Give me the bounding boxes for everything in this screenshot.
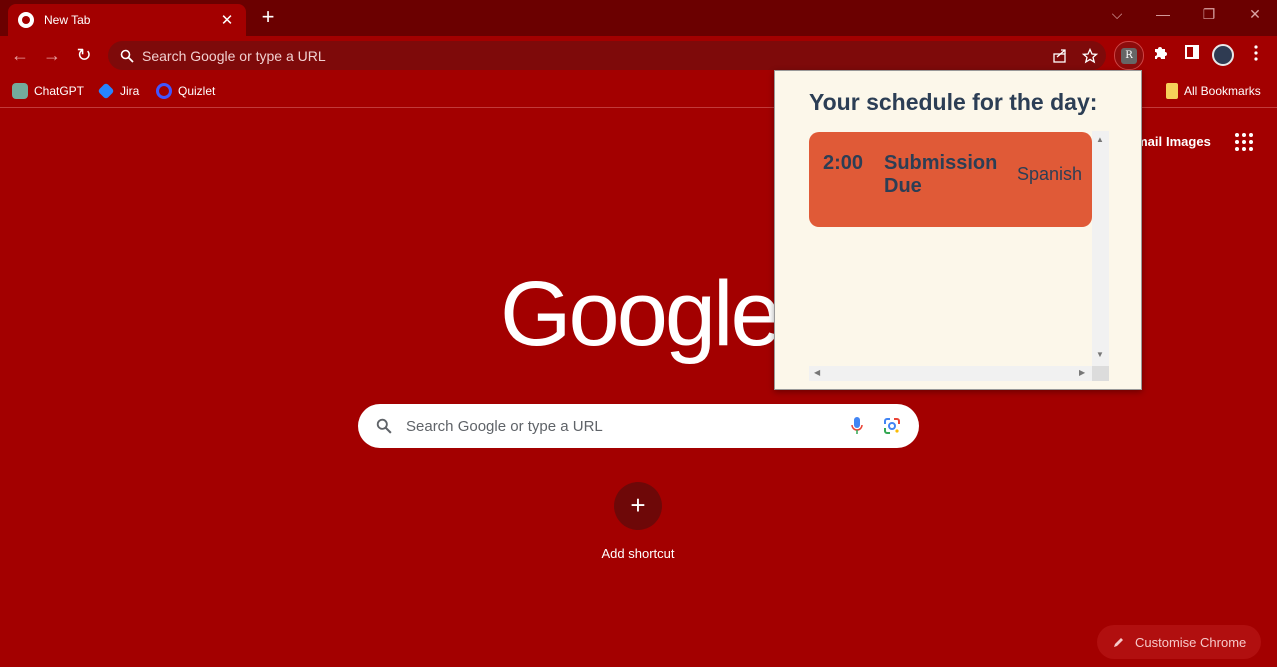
share-icon[interactable] — [1052, 48, 1068, 64]
toolbar: ← → ↻ Search Google or type a URL R — [0, 36, 1277, 74]
folder-icon — [1166, 83, 1178, 99]
scrollbar-corner — [1092, 366, 1109, 381]
bookmark-chatgpt[interactable]: ChatGPT — [12, 83, 84, 99]
all-bookmarks-label: All Bookmarks — [1184, 84, 1261, 98]
microphone-icon[interactable] — [851, 417, 863, 435]
new-tab-button[interactable]: + — [257, 6, 279, 29]
schedule-extension-button[interactable]: R — [1114, 41, 1144, 70]
schedule-item[interactable]: 2:00 Submission Due Spanish — [809, 132, 1092, 227]
schedule-item-time: 2:00 — [823, 152, 864, 174]
back-button[interactable]: ← — [10, 45, 30, 65]
extension-r-icon: R — [1121, 47, 1137, 64]
address-bar[interactable]: Search Google or type a URL — [108, 41, 1106, 70]
tab-title: New Tab — [44, 13, 91, 27]
pencil-icon — [1114, 638, 1123, 647]
scroll-up-arrow-icon[interactable]: ▲ — [1096, 135, 1104, 144]
quizlet-icon — [156, 83, 172, 99]
google-lens-icon[interactable] — [883, 417, 901, 435]
bookmark-label: Quizlet — [178, 84, 216, 98]
tab-new-tab[interactable]: New Tab ✕ — [8, 4, 246, 36]
add-shortcut-button[interactable]: + — [614, 482, 662, 530]
schedule-list[interactable]: 2:00 Submission Due Spanish ▲ ▼ ◀ ▶ — [809, 131, 1109, 381]
minimize-button[interactable]: — — [1148, 6, 1178, 22]
search-icon — [376, 418, 392, 434]
search-placeholder: Search Google or type a URL — [406, 417, 603, 435]
extensions-puzzle-icon[interactable] — [1150, 45, 1170, 65]
side-panel-icon[interactable] — [1182, 45, 1202, 65]
search-icon — [120, 49, 134, 63]
horizontal-scrollbar[interactable]: ◀ ▶ — [809, 366, 1092, 381]
schedule-popup: Your schedule for the day: 2:00 Submissi… — [774, 70, 1142, 390]
vertical-scrollbar[interactable]: ▲ ▼ — [1092, 131, 1109, 366]
all-bookmarks[interactable]: All Bookmarks — [1166, 83, 1261, 99]
customise-chrome-label: Customise Chrome — [1135, 634, 1247, 650]
close-window-button[interactable]: ✕ — [1240, 6, 1270, 23]
scroll-right-arrow-icon[interactable]: ▶ — [1079, 368, 1085, 377]
bookmark-star-icon[interactable] — [1082, 47, 1098, 64]
reload-button[interactable]: ↻ — [74, 45, 94, 65]
scroll-left-arrow-icon[interactable]: ◀ — [814, 368, 820, 377]
ntp-search-box[interactable]: Search Google or type a URL — [358, 404, 919, 448]
bookmark-label: Jira — [120, 84, 140, 98]
schedule-item-title: Submission Due — [884, 152, 998, 197]
schedule-item-subject: Spanish — [1017, 164, 1083, 184]
scroll-down-arrow-icon[interactable]: ▼ — [1096, 350, 1104, 359]
chrome-icon — [18, 12, 34, 28]
add-shortcut-label: Add shortcut — [601, 546, 675, 561]
profile-avatar[interactable] — [1212, 44, 1234, 66]
chatgpt-icon — [12, 83, 28, 99]
forward-button[interactable]: → — [42, 45, 62, 65]
images-link[interactable]: Images — [1166, 134, 1211, 149]
close-tab-icon[interactable]: ✕ — [218, 11, 236, 29]
menu-kebab-icon[interactable] — [1246, 45, 1266, 65]
customise-chrome-button[interactable]: Customise Chrome — [1097, 625, 1261, 659]
jira-icon — [97, 82, 115, 100]
restore-button[interactable]: ❐ — [1194, 6, 1224, 23]
google-logo: Google — [500, 263, 782, 365]
bookmark-jira[interactable]: Jira — [97, 82, 140, 100]
address-bar-placeholder: Search Google or type a URL — [142, 47, 326, 64]
tab-search-icon[interactable]: ⌵ — [1102, 6, 1132, 23]
popup-title: Your schedule for the day: — [809, 89, 1098, 115]
bookmark-quizlet[interactable]: Quizlet — [156, 83, 215, 99]
google-apps-icon[interactable] — [1235, 133, 1253, 151]
tab-strip: New Tab ✕ + ⌵ — ❐ ✕ — [0, 0, 1277, 36]
bookmark-label: ChatGPT — [34, 84, 85, 98]
